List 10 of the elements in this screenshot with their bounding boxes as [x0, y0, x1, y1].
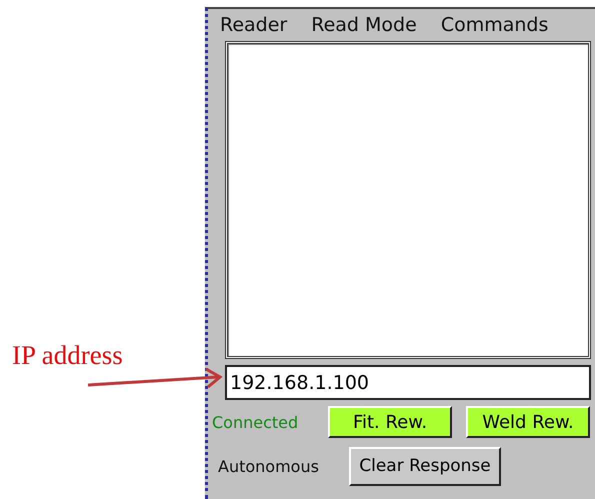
clear-response-button[interactable]: Clear Response: [349, 446, 501, 486]
reward-button[interactable]: Weld Rew.: [466, 406, 590, 438]
menu-item[interactable]: Commands: [440, 14, 548, 36]
connection-status: Connected: [212, 412, 300, 432]
reward-button[interactable]: Fit. Rew.: [328, 406, 452, 438]
ip-address-field[interactable]: 192.168.1.100: [225, 365, 591, 400]
menu-item[interactable]: Read Mode: [311, 14, 417, 36]
menu-item[interactable]: Reader: [220, 14, 288, 36]
mode-label: Autonomous: [217, 456, 320, 476]
annotation-label: IP address: [12, 340, 123, 371]
